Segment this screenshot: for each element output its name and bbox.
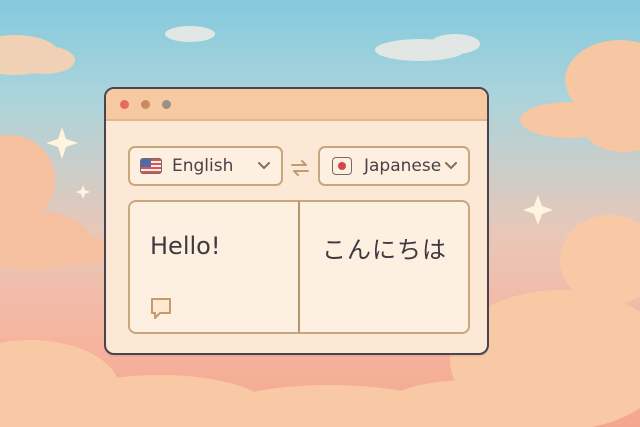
us-flag-icon [140,158,162,174]
swap-languages-icon[interactable] [289,159,311,177]
japan-flag-icon [332,157,352,175]
speech-bubble-icon[interactable] [149,296,173,322]
translated-text-panel: こんにちは [298,200,470,334]
source-language-select[interactable]: English [128,146,283,186]
target-language-select[interactable]: Japanese [318,146,470,186]
target-language-label: Japanese [364,156,442,176]
source-text-panel[interactable]: Hello! [128,200,300,334]
cloud-right [520,40,640,152]
translated-text: こんにちは [322,236,447,264]
close-window-button[interactable] [120,100,129,109]
chevron-down-icon [444,159,458,173]
source-text: Hello! [150,232,221,260]
cloud-top-middle [165,26,480,61]
title-bar [106,89,487,121]
minimize-window-button[interactable] [141,100,150,109]
chevron-down-icon [257,159,271,173]
cloud-left-middle [0,135,110,270]
source-language-label: English [172,156,234,176]
maximize-window-button[interactable] [162,100,171,109]
cloud-top-left [0,35,75,75]
translator-window: English Japanese Hello! こんにちは [104,87,489,355]
